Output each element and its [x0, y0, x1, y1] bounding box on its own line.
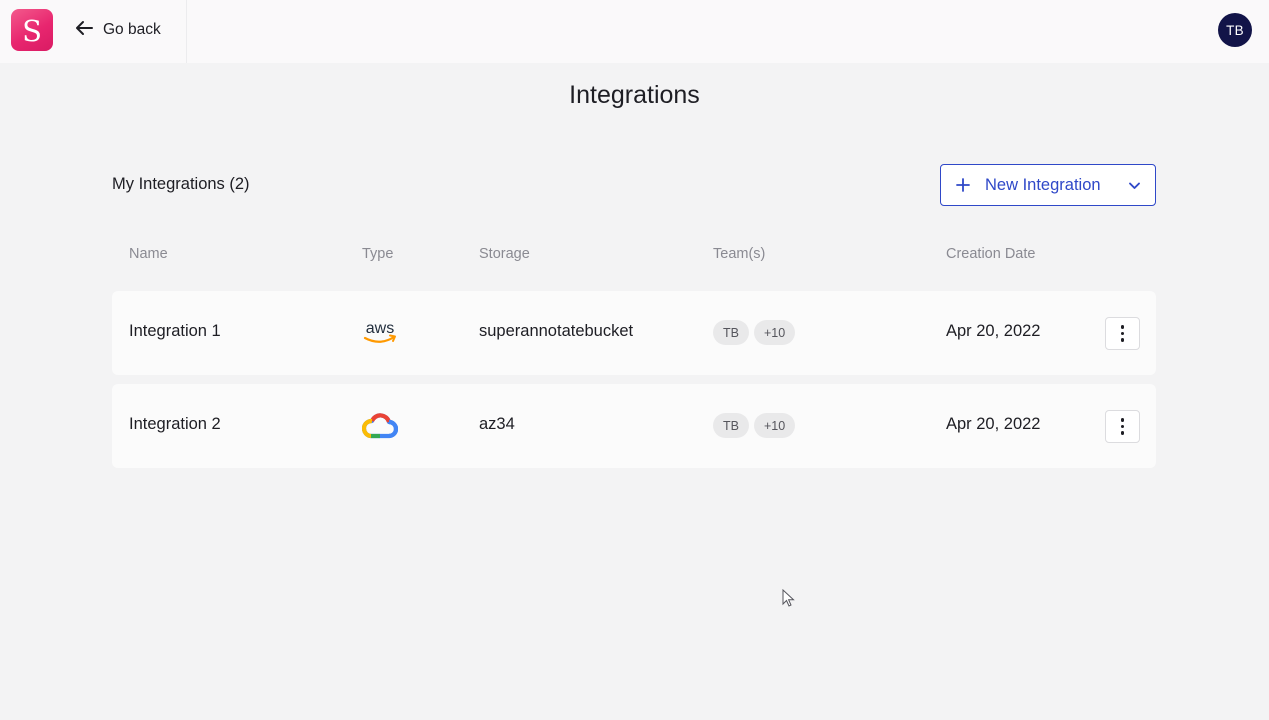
table-header: Name Type Storage Team(s) Creation Date	[112, 246, 1156, 266]
creation-date: Apr 20, 2022	[946, 322, 1041, 340]
more-teams-chip[interactable]: +10	[753, 320, 796, 345]
go-back-label: Go back	[103, 21, 161, 38]
new-integration-label: New Integration	[985, 175, 1101, 194]
teams-list: TB +10	[713, 413, 796, 438]
team-chip[interactable]: TB	[713, 413, 749, 438]
column-header-storage[interactable]: Storage	[479, 246, 530, 262]
team-chip[interactable]: TB	[713, 320, 749, 345]
user-avatar[interactable]: TB	[1218, 13, 1252, 47]
storage-bucket: az34	[479, 415, 515, 433]
aws-icon: aws	[362, 316, 398, 350]
plus-icon	[956, 178, 970, 192]
teams-list: TB +10	[713, 320, 796, 345]
row-menu-button[interactable]	[1105, 410, 1140, 443]
header-divider	[186, 0, 187, 63]
row-menu-button[interactable]	[1105, 317, 1140, 350]
more-teams-chip[interactable]: +10	[753, 413, 796, 438]
integration-name: Integration 1	[129, 322, 221, 340]
integration-name: Integration 2	[129, 415, 221, 433]
kebab-dot	[1120, 418, 1125, 422]
kebab-dot	[1120, 325, 1125, 329]
new-integration-button[interactable]: New Integration	[940, 164, 1156, 206]
column-header-creation-date[interactable]: Creation Date	[946, 246, 1035, 262]
mouse-cursor-icon	[782, 588, 795, 613]
section-title: My Integrations (2)	[112, 175, 250, 193]
kebab-dot	[1120, 331, 1125, 336]
top-bar: S Go back TB	[0, 0, 1269, 63]
kebab-dot	[1120, 431, 1125, 435]
column-header-teams[interactable]: Team(s)	[713, 246, 765, 262]
page-title: Integrations	[569, 81, 700, 109]
app-logo[interactable]: S	[11, 9, 53, 51]
svg-text:aws: aws	[366, 320, 394, 337]
chevron-down-icon	[1128, 179, 1141, 197]
go-back-link[interactable]: Go back	[75, 18, 161, 42]
table-row[interactable]: Integration 2 az34 TB +10 Apr 20, 2022	[112, 384, 1156, 468]
kebab-dot	[1120, 338, 1125, 342]
google-cloud-icon	[361, 409, 399, 443]
kebab-dot	[1120, 424, 1125, 429]
logo-letter: S	[22, 13, 42, 48]
creation-date: Apr 20, 2022	[946, 415, 1041, 433]
table-row[interactable]: Integration 1 aws superannotatebucket TB…	[112, 291, 1156, 375]
storage-bucket: superannotatebucket	[479, 322, 634, 340]
arrow-left-icon	[75, 20, 93, 41]
column-header-type[interactable]: Type	[362, 246, 393, 262]
column-header-name[interactable]: Name	[129, 246, 168, 262]
